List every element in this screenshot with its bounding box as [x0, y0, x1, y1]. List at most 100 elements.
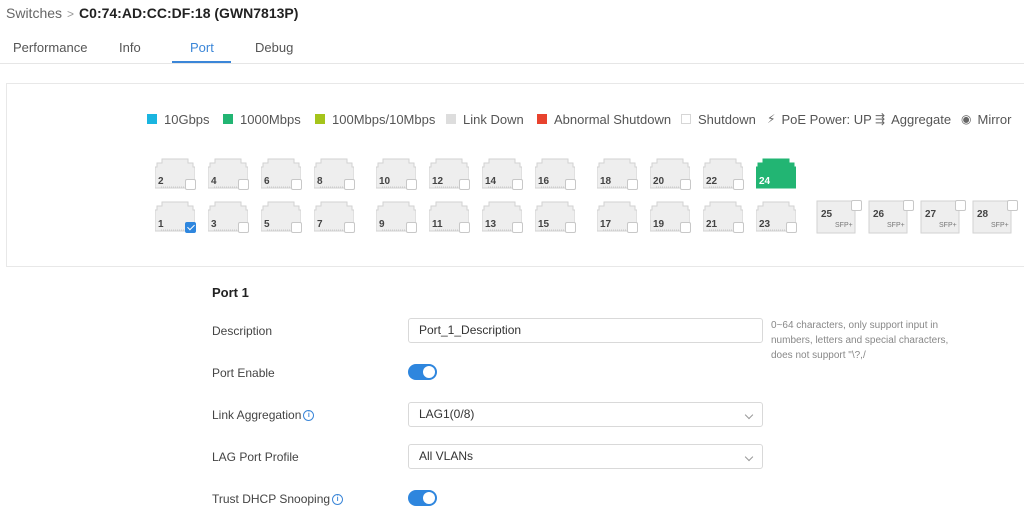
port-select-checkbox[interactable] — [565, 222, 576, 233]
port-select-checkbox[interactable] — [238, 222, 249, 233]
port-10[interactable]: 10 — [376, 158, 417, 190]
legend-poe: ⚡ PoE Power: UP — [767, 111, 872, 127]
page-title: C0:74:AD:CC:DF:18 (GWN7813P) — [79, 5, 299, 21]
legend-abnormal-shutdown: Abnormal Shutdown — [537, 110, 671, 128]
port-19[interactable]: 19 — [650, 201, 691, 233]
port-13[interactable]: 13 — [482, 201, 523, 233]
port-20[interactable]: 20 — [650, 158, 691, 190]
port-9[interactable]: 9 — [376, 201, 417, 233]
tab-performance[interactable]: Performance — [13, 40, 87, 55]
port-17[interactable]: 17 — [597, 201, 638, 233]
port-select-checkbox[interactable] — [627, 222, 638, 233]
port-number-label: 12 — [432, 176, 444, 187]
description-input[interactable]: Port_1_Description — [408, 318, 763, 343]
info-icon[interactable]: i — [303, 410, 315, 422]
port-number-label: 23 — [759, 219, 771, 230]
port-number-label: 4 — [211, 176, 217, 187]
port-number-label: 18 — [600, 176, 612, 187]
port-select-checkbox[interactable] — [459, 222, 470, 233]
port-8[interactable]: 8 — [314, 158, 355, 190]
port-select-checkbox[interactable] — [238, 179, 249, 190]
port-1[interactable]: 1 — [155, 201, 196, 233]
port-select-checkbox[interactable] — [955, 200, 966, 211]
breadcrumb-switches-link[interactable]: Switches — [6, 5, 62, 21]
port-7[interactable]: 7 — [314, 201, 355, 233]
port-select-checkbox[interactable] — [680, 179, 691, 190]
port-select-checkbox[interactable] — [344, 179, 355, 190]
port-4[interactable]: 4 — [208, 158, 249, 190]
info-icon[interactable]: i — [332, 494, 344, 506]
port-select-checkbox[interactable] — [459, 179, 470, 190]
port-27[interactable]: 27 SFP+ — [920, 200, 966, 235]
section-title: Port 1 — [212, 285, 249, 300]
port-select-checkbox[interactable] — [1007, 200, 1018, 211]
port-select-checkbox[interactable] — [565, 179, 576, 190]
port-enable-toggle[interactable] — [408, 364, 437, 380]
toggle-knob — [423, 492, 435, 504]
tab-info[interactable]: Info — [119, 40, 141, 55]
port-number-label: 9 — [379, 219, 385, 230]
port-23[interactable]: 23 — [756, 201, 797, 233]
port-enable-label: Port Enable — [212, 366, 275, 380]
port-select-checkbox[interactable] — [851, 200, 862, 211]
port-11[interactable]: 11 — [429, 201, 470, 233]
legend-mirror: ◉ Mirror — [961, 111, 1012, 127]
legend-link-down: Link Down — [446, 110, 524, 128]
port-select-checkbox[interactable] — [903, 200, 914, 211]
aggregate-icon: ⇶ — [875, 112, 886, 126]
sfp-type-label: SFP+ — [991, 222, 1009, 229]
port-5[interactable]: 5 — [261, 201, 302, 233]
breadcrumb: Switches > C0:74:AD:CC:DF:18 (GWN7813P) — [6, 4, 298, 23]
tab-port[interactable]: Port — [190, 40, 214, 55]
port-select-checkbox[interactable] — [512, 179, 523, 190]
trust-dhcp-toggle[interactable] — [408, 490, 437, 506]
lag-port-profile-select[interactable]: All VLANs — [408, 444, 763, 469]
port-number-label: 6 — [264, 176, 270, 187]
port-select-checkbox[interactable] — [733, 222, 744, 233]
port-select-checkbox[interactable] — [185, 179, 196, 190]
port-select-checkbox[interactable] — [344, 222, 355, 233]
port-select-checkbox[interactable] — [291, 222, 302, 233]
port-select-checkbox[interactable] — [512, 222, 523, 233]
port-6[interactable]: 6 — [261, 158, 302, 190]
port-2[interactable]: 2 — [155, 158, 196, 190]
port-21[interactable]: 21 — [703, 201, 744, 233]
legend-shutdown: Shutdown — [681, 110, 756, 128]
port-24[interactable]: 24 — [756, 158, 796, 189]
port-select-checkbox[interactable] — [406, 179, 417, 190]
port-select-checkbox[interactable] — [680, 222, 691, 233]
port-22[interactable]: 22 — [703, 158, 744, 190]
port-25[interactable]: 25 SFP+ — [816, 200, 862, 235]
port-select-checkbox[interactable] — [627, 179, 638, 190]
port-select-checkbox[interactable] — [291, 179, 302, 190]
port-3[interactable]: 3 — [208, 201, 249, 233]
port-28[interactable]: 28 SFP+ — [972, 200, 1018, 235]
lightning-icon: ⚡ — [767, 112, 776, 126]
port-18[interactable]: 18 — [597, 158, 638, 190]
port-number-label: 21 — [706, 219, 718, 230]
port-number-label: 11 — [432, 219, 443, 230]
eye-icon: ◉ — [961, 112, 972, 126]
port-select-checkbox[interactable] — [786, 222, 797, 233]
port-number-label: 7 — [317, 219, 323, 230]
port-number-label: 1 — [158, 219, 164, 230]
port-select-checkbox[interactable] — [185, 222, 196, 233]
active-tab-indicator — [172, 61, 231, 63]
sfp-type-label: SFP+ — [835, 222, 853, 229]
port-26[interactable]: 26 SFP+ — [868, 200, 914, 235]
tab-debug[interactable]: Debug — [255, 40, 293, 55]
chevron-down-icon — [744, 452, 754, 462]
trust-dhcp-label: Trust DHCP Snooping i — [212, 492, 344, 506]
legend-1000mbps: 1000Mbps — [223, 110, 301, 128]
port-number-label: 22 — [706, 176, 718, 187]
port-select-checkbox[interactable] — [733, 179, 744, 190]
port-12[interactable]: 12 — [429, 158, 470, 190]
port-14[interactable]: 14 — [482, 158, 523, 190]
port-number-label: 17 — [600, 219, 612, 230]
description-label: Description — [212, 324, 273, 338]
port-16[interactable]: 16 — [535, 158, 576, 190]
port-15[interactable]: 15 — [535, 201, 576, 233]
link-aggregation-select[interactable]: LAG1(0/8) — [408, 402, 763, 427]
port-select-checkbox[interactable] — [406, 222, 417, 233]
port-number-label: 19 — [653, 219, 665, 230]
